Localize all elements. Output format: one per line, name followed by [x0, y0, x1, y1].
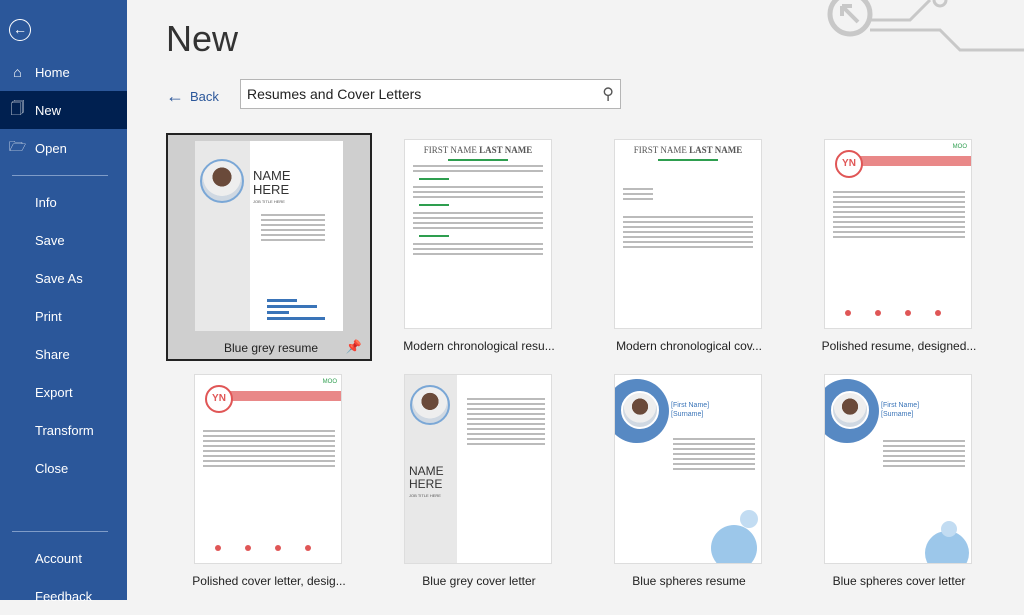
template-label: Modern chronological cov... [616, 339, 762, 353]
sidebar-item-home[interactable]: ⌂ Home [0, 53, 127, 91]
template-thumbnail: FIRST NAME LAST NAME [404, 139, 552, 329]
divider [12, 531, 108, 532]
template-label: Blue grey cover letter [422, 574, 536, 588]
sidebar-item-feedback[interactable]: Feedback [0, 577, 127, 615]
template-thumbnail: YN MOO [824, 139, 972, 329]
backstage-sidebar: ← ⌂ Home 🗍 New 🗁 Open Info Save Save As Pri… [0, 0, 127, 604]
sidebar-item-save[interactable]: Save [0, 221, 127, 259]
template-thumbnail: NAME HERE JOB TITLE HERE [404, 374, 552, 564]
template-card-modern-chronological-resume[interactable]: FIRST NAME LAST NAME Modern chronologica… [376, 133, 582, 361]
back-arrow-icon: ← [166, 86, 184, 106]
sidebar-item-new[interactable]: 🗍 New [0, 91, 127, 129]
home-icon: ⌂ [13, 64, 22, 80]
template-thumbnail: [First Name] [Surname] [614, 374, 762, 564]
template-card-polished-cover-letter[interactable]: YN MOO Polished cover letter, desig... [166, 368, 372, 596]
template-thumbnail: FIRST NAME LAST NAME [614, 139, 762, 329]
template-label: Blue spheres resume [632, 574, 746, 588]
template-thumbnail: YN MOO [194, 374, 342, 564]
template-card-modern-chronological-cover-letter[interactable]: FIRST NAME LAST NAME Modern chronologica… [586, 133, 792, 361]
template-label: Polished resume, designed... [821, 339, 977, 353]
sidebar-item-transform[interactable]: Transform [0, 411, 127, 449]
template-card-polished-resume[interactable]: YN MOO Polished resume, designed... [796, 133, 1002, 361]
sidebar-item-account[interactable]: Account [0, 539, 127, 577]
template-card-blue-spheres-cover-letter[interactable]: [First Name] [Surname] Blue spheres cover… [796, 368, 1002, 596]
sidebar-item-export[interactable]: Export [0, 373, 127, 411]
back-button[interactable]: ← Back [166, 86, 219, 107]
template-thumbnail: NAME HERE JOB TITLE HERE [195, 141, 343, 331]
template-label: Modern chronological resu... [403, 339, 555, 353]
template-label: Blue spheres cover letter [832, 574, 966, 588]
template-card-blue-grey-cover-letter[interactable]: NAME HERE JOB TITLE HERE Blue grey cover … [376, 368, 582, 596]
template-search-input[interactable]: Resumes and Cover Letters ⚲ [240, 79, 621, 109]
sidebar-item-print[interactable]: Print [0, 297, 127, 335]
sidebar-item-open[interactable]: 🗁 Open [0, 129, 127, 167]
divider [12, 175, 108, 176]
sidebar-item-close[interactable]: Close [0, 449, 127, 487]
template-label: Polished cover letter, desig... [192, 574, 346, 588]
template-thumbnail: [First Name] [Surname] [824, 374, 972, 564]
sidebar-item-save-as[interactable]: Save As [0, 259, 127, 297]
sidebar-item-share[interactable]: Share [0, 335, 127, 373]
folder-open-icon: 🗁 [8, 138, 27, 154]
template-card-blue-grey-resume[interactable]: NAME HERE JOB TITLE HERE Blue grey resume… [166, 133, 372, 361]
search-icon[interactable]: ⚲ [602, 84, 614, 104]
page-title: New [166, 18, 239, 59]
new-document-icon: 🗍 [10, 100, 25, 116]
template-card-blue-spheres-resume[interactable]: [First Name] [Surname] Blue spheres resum… [586, 368, 792, 596]
sidebar-item-info[interactable]: Info [0, 183, 127, 221]
decorative-circuit-graphic [827, 0, 1024, 52]
back-arrow-icon[interactable]: ← [9, 19, 31, 41]
pin-icon[interactable]: 📌 [346, 339, 362, 355]
template-label: Blue grey resume [223, 341, 319, 355]
